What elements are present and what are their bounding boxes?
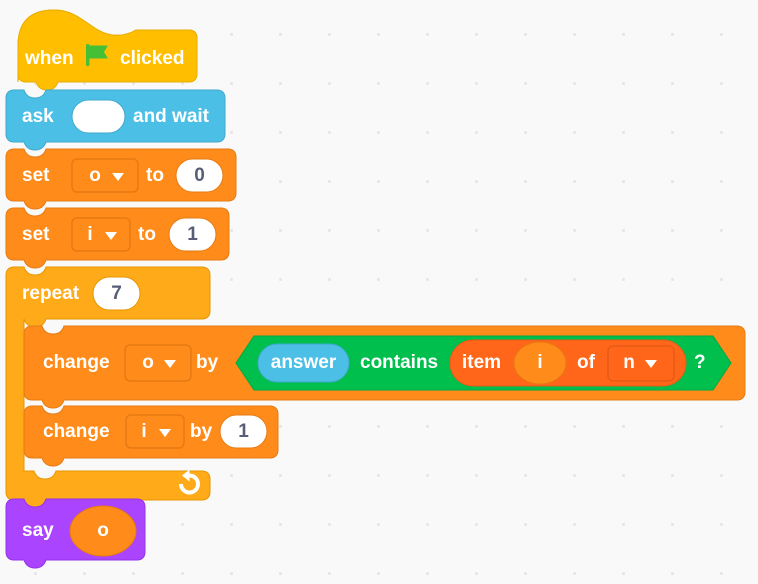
block-when-flag-clicked[interactable]: when clicked [17, 9, 198, 91]
contains-label: contains [360, 352, 438, 373]
workspace-canvas[interactable]: when clicked ask and wait set o to 0 set… [0, 0, 758, 584]
list-name-value: n [623, 352, 635, 373]
say-variable-value: o [97, 520, 109, 541]
answer-label: answer [271, 352, 337, 373]
repeat-label: repeat [22, 283, 80, 304]
block-change-o-by-contains[interactable]: change o by answer contains item i of n … [23, 325, 746, 409]
by-label-1: by [196, 352, 219, 373]
block-change-i-by-1[interactable]: change i by 1 [23, 405, 279, 467]
and-wait-label: and wait [133, 106, 210, 127]
repeat-count-value: 7 [111, 283, 122, 304]
set-o-dropdown[interactable]: o [71, 158, 139, 193]
set-label-2: set [22, 224, 50, 245]
change-i-dropdown[interactable]: i [125, 414, 185, 449]
set-i-value: 1 [187, 224, 198, 245]
block-item-of-list[interactable]: item i of n [449, 339, 687, 387]
to-label-2: to [138, 224, 156, 245]
change-i-value: 1 [238, 421, 249, 442]
item-label: item [462, 352, 501, 373]
when-label: when [24, 48, 74, 69]
ask-text-input[interactable] [71, 99, 126, 134]
main-script[interactable]: when clicked ask and wait set o to 0 set… [0, 0, 758, 584]
set-i-dropdown[interactable]: i [71, 217, 131, 252]
set-o-dropdown-value: o [89, 165, 101, 186]
set-label: set [22, 165, 50, 186]
change-i-dropdown-value: i [141, 421, 146, 442]
change-label-1: change [43, 352, 110, 373]
clicked-label: clicked [120, 48, 184, 69]
set-o-value: 0 [194, 165, 205, 186]
block-contains-boolean[interactable]: answer contains item i of n ? [235, 335, 732, 391]
change-o-dropdown[interactable]: o [124, 344, 192, 382]
block-set-i-to-1[interactable]: set i to 1 [5, 207, 230, 269]
change-label-2: change [43, 421, 110, 442]
change-o-dropdown-value: o [142, 352, 154, 373]
item-index-value: i [537, 352, 542, 373]
set-i-dropdown-value: i [87, 224, 92, 245]
ask-label: ask [22, 106, 54, 127]
to-label-1: to [146, 165, 164, 186]
block-say-o[interactable]: say o [5, 498, 146, 569]
block-answer-reporter[interactable]: answer [257, 343, 350, 383]
of-label: of [577, 352, 596, 373]
block-ask-and-wait[interactable]: ask and wait [5, 89, 226, 151]
list-name-dropdown[interactable]: n [607, 345, 675, 382]
by-label-2: by [190, 421, 213, 442]
question-mark-label: ? [694, 352, 706, 373]
say-label: say [22, 520, 54, 541]
block-set-o-to-0[interactable]: set o to 0 [5, 148, 237, 210]
